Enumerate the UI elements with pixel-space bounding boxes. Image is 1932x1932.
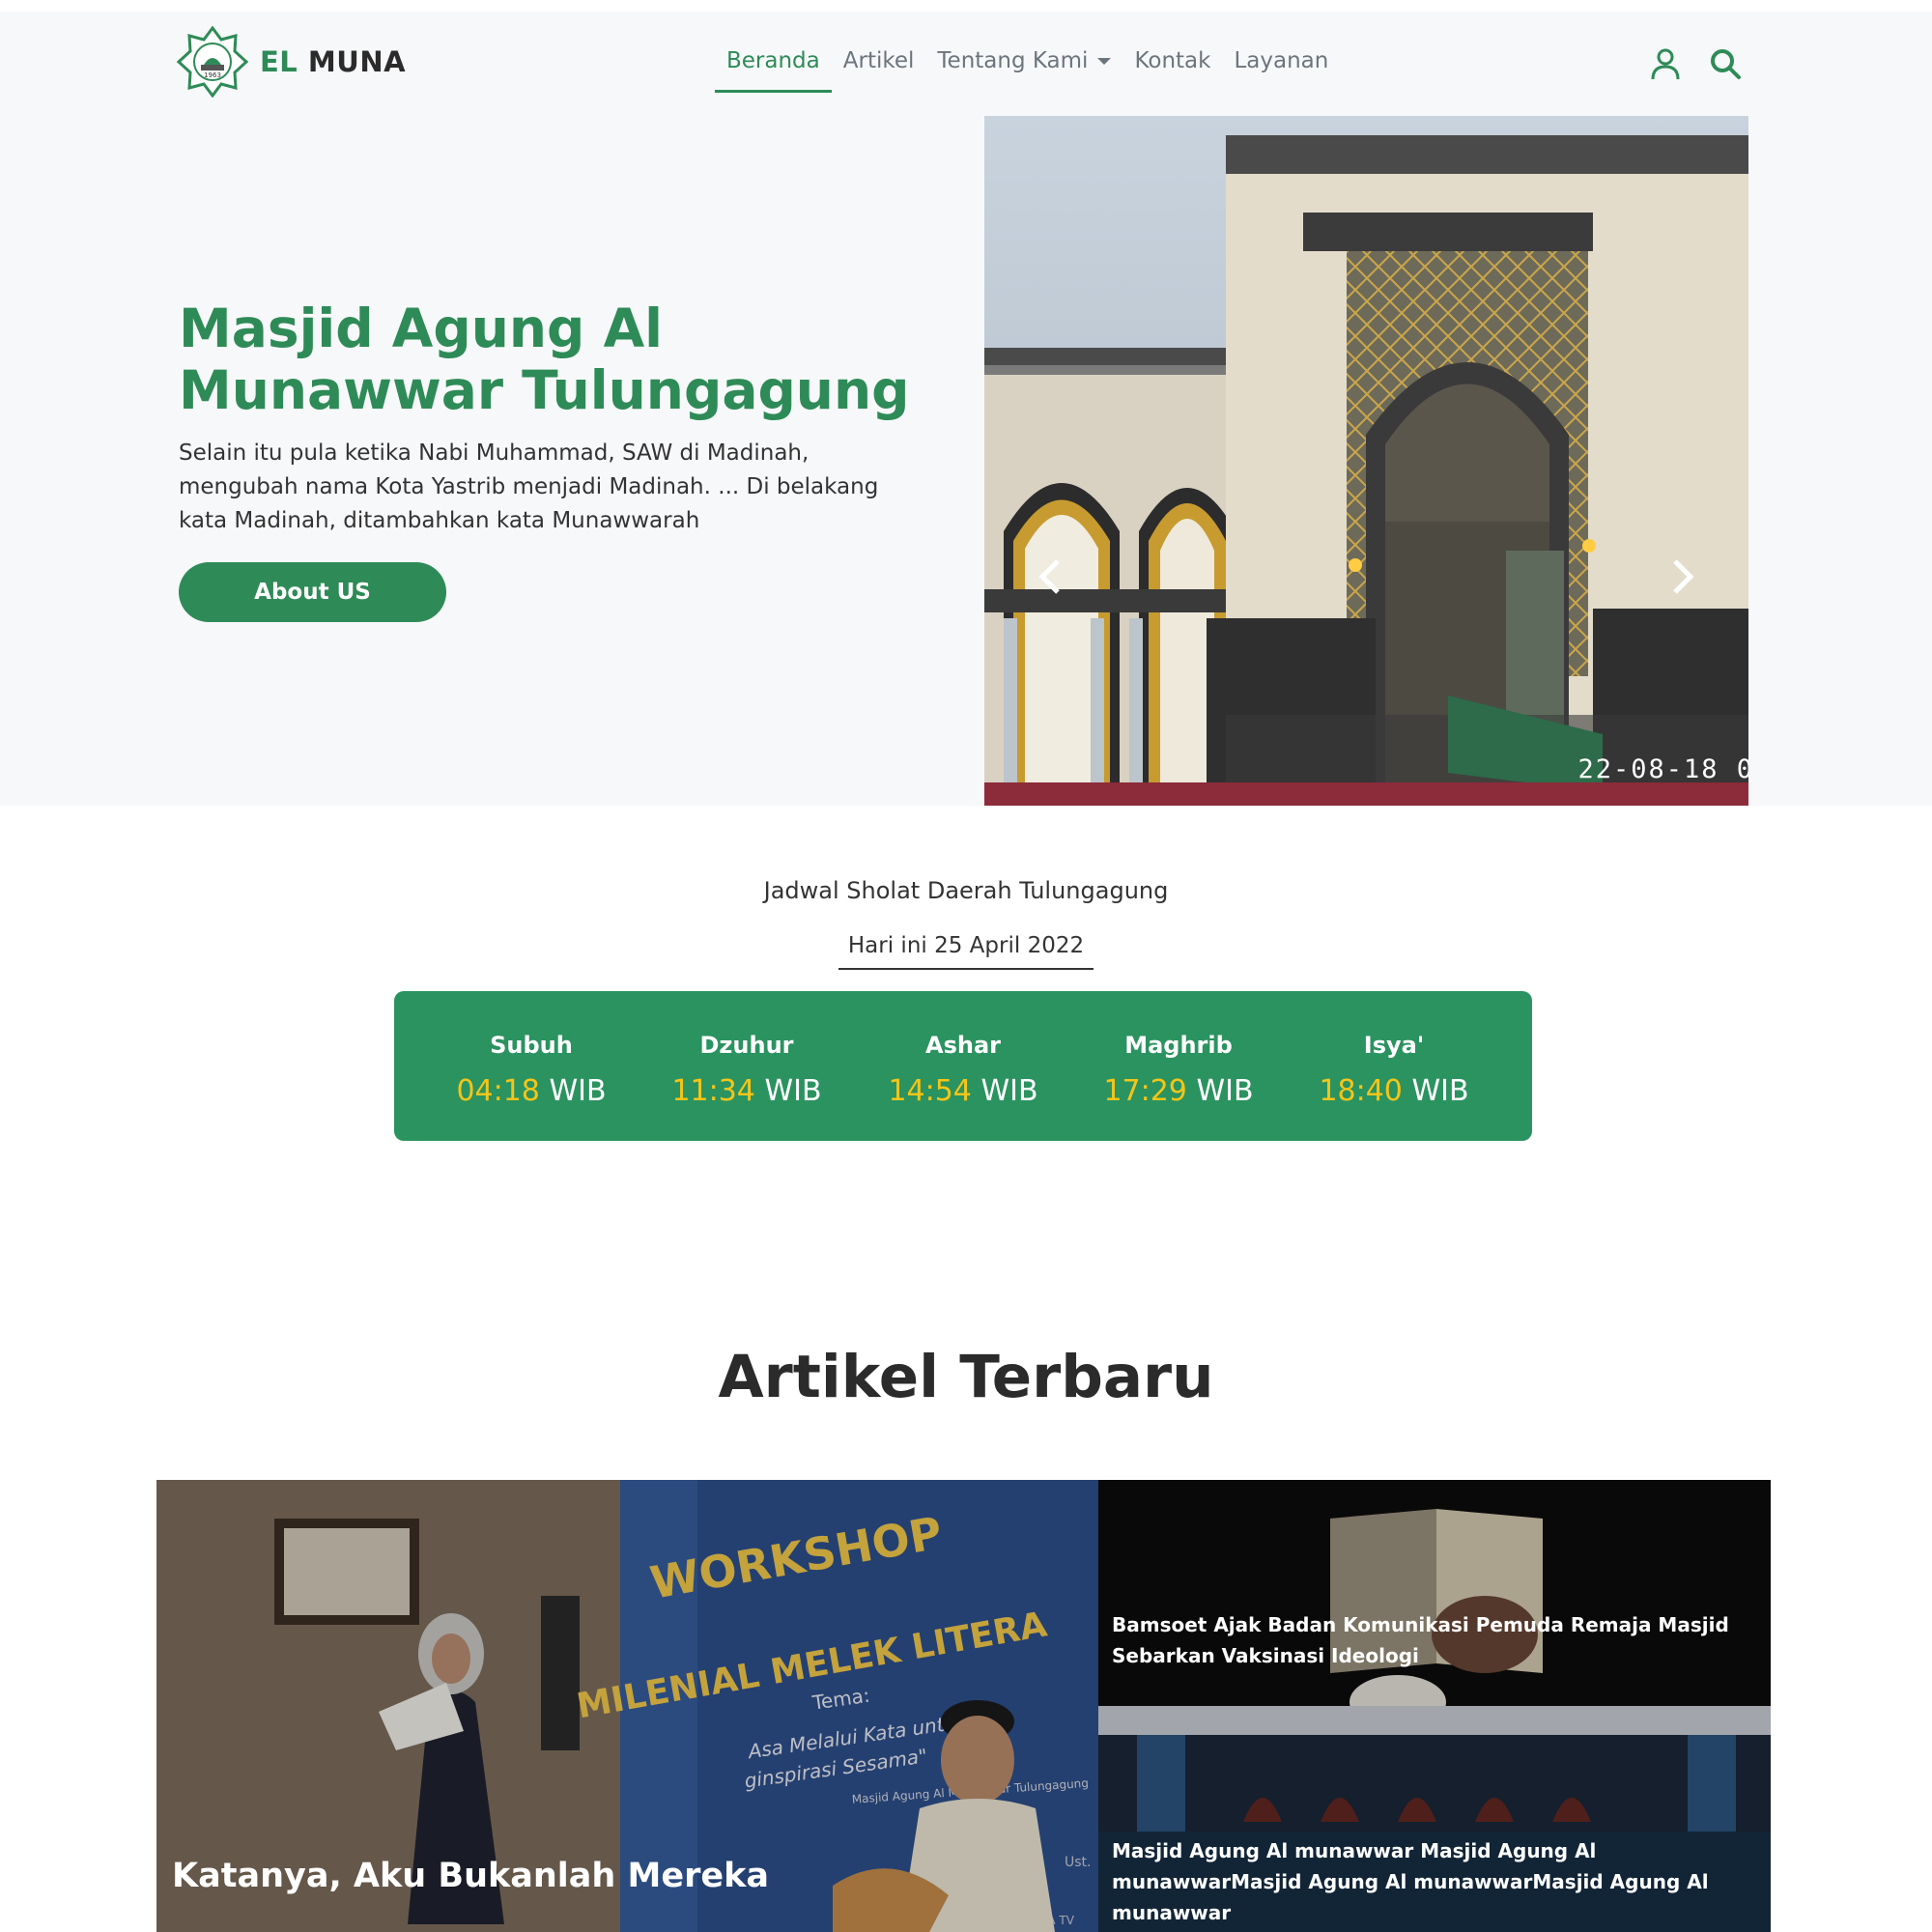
prayer-clock: 17:29 xyxy=(1103,1074,1187,1108)
nav-label: Tentang Kami xyxy=(937,48,1089,73)
main-nav: Beranda Artikel Tentang Kami Kontak Laya… xyxy=(715,39,1340,93)
carousel-next-icon[interactable] xyxy=(1662,555,1700,598)
nav-item-kontak[interactable]: Kontak xyxy=(1122,39,1222,93)
prayer-zone: WIB xyxy=(764,1074,822,1108)
article-title: Masjid Agung Al munawwar Masjid Agung Al… xyxy=(1112,1839,1709,1924)
prayer-name: Maghrib xyxy=(1124,1032,1233,1059)
prayer-time: 17:29 WIB xyxy=(1072,1074,1285,1108)
article-title: Bamsoet Ajak Badan Komunikasi Pemuda Rem… xyxy=(1112,1613,1729,1667)
nav-item-tentang-kami[interactable]: Tentang Kami xyxy=(925,39,1122,93)
prayer-zone: WIB xyxy=(1196,1074,1254,1108)
prayer-date: Hari ini 25 April 2022 xyxy=(838,933,1094,970)
nav-label: Artikel xyxy=(842,48,915,73)
nav-icons xyxy=(1648,46,1743,81)
prayer-maghrib: Maghrib 17:29 WIB xyxy=(1072,1032,1285,1108)
mosque-logo-icon: 1963 xyxy=(177,26,248,98)
carousel-prev-icon[interactable] xyxy=(1033,555,1071,598)
prayer-dzuhur: Dzuhur 11:34 WIB xyxy=(640,1032,853,1108)
prayer-subuh: Subuh 04:18 WIB xyxy=(425,1032,638,1108)
prayer-time: 04:18 WIB xyxy=(425,1074,638,1108)
prayer-name: Ashar xyxy=(925,1032,1001,1059)
article-card-side-2[interactable]: Masjid Agung Al munawwar Masjid Agung Al… xyxy=(1098,1706,1771,1932)
prayer-zone: WIB xyxy=(980,1074,1038,1108)
mosque-photo xyxy=(984,116,1748,806)
prayer-date-wrap: Hari ini 25 April 2022 xyxy=(0,933,1932,970)
brand-name-part1: EL xyxy=(260,45,298,78)
prayer-time: 11:34 WIB xyxy=(640,1074,853,1108)
prayer-time: 14:54 WIB xyxy=(857,1074,1069,1108)
nav-label: Beranda xyxy=(726,48,820,73)
prayer-clock: 11:34 xyxy=(671,1074,755,1108)
prayer-clock: 04:18 xyxy=(456,1074,540,1108)
articles-section-title: Artikel Terbaru xyxy=(718,1343,1214,1411)
article-card-side-1[interactable]: Bamsoet Ajak Badan Komunikasi Pemuda Rem… xyxy=(1098,1480,1771,1706)
prayer-zone: WIB xyxy=(549,1074,607,1108)
prayer-name: Dzuhur xyxy=(699,1032,794,1059)
prayer-name: Subuh xyxy=(490,1032,573,1059)
search-icon[interactable] xyxy=(1708,46,1743,81)
brand-name: EL MUNA xyxy=(260,45,406,78)
top-strip xyxy=(0,0,1932,12)
prayer-time: 18:40 WIB xyxy=(1288,1074,1500,1108)
article-image-quran xyxy=(1098,1480,1771,1706)
user-icon[interactable] xyxy=(1648,46,1683,81)
prayer-isya: Isya' 18:40 WIB xyxy=(1288,1032,1500,1108)
hero-carousel: 22-08-18 0 xyxy=(984,116,1748,806)
nav-label: Kontak xyxy=(1134,48,1211,73)
prayer-times-box: Subuh 04:18 WIB Dzuhur 11:34 WIB Ashar 1… xyxy=(394,991,1532,1141)
prayer-zone: WIB xyxy=(1411,1074,1469,1108)
about-us-button[interactable]: About US xyxy=(179,562,446,622)
hero-title: Masjid Agung Al Munawwar Tulungagung xyxy=(179,298,910,421)
nav-item-artikel[interactable]: Artikel xyxy=(832,39,926,93)
nav-item-beranda[interactable]: Beranda xyxy=(715,39,832,93)
logo-text: 1963 xyxy=(204,71,221,79)
article-title: Katanya, Aku Bukanlah Mereka xyxy=(172,1857,769,1895)
brand[interactable]: 1963 EL MUNA xyxy=(177,26,406,98)
brand-name-part2: MUNA xyxy=(307,45,407,78)
prayer-name: Isya' xyxy=(1363,1032,1425,1059)
prayer-clock: 18:40 xyxy=(1319,1074,1403,1108)
nav-item-layanan[interactable]: Layanan xyxy=(1222,39,1340,93)
caret-down-icon xyxy=(1097,58,1112,65)
nav-label: Layanan xyxy=(1234,48,1329,73)
prayer-clock: 14:54 xyxy=(888,1074,972,1108)
prayer-ashar: Ashar 14:54 WIB xyxy=(857,1032,1069,1108)
article-card-main[interactable]: WORKSHOP MILENIAL MELEK LITERA Tema: Asa… xyxy=(156,1480,1098,1932)
hero-description: Selain itu pula ketika Nabi Muhammad, SA… xyxy=(179,440,879,533)
photo-timestamp: 22-08-18 0 xyxy=(1577,754,1748,784)
prayer-caption: Jadwal Sholat Daerah Tulungagung xyxy=(763,877,1169,904)
